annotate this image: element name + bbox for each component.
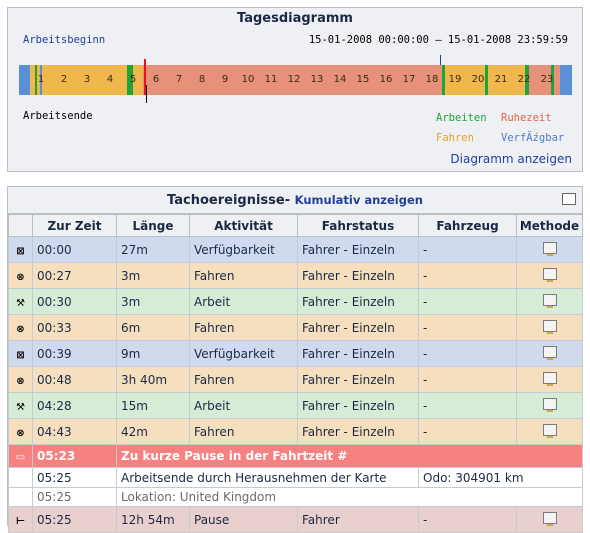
location-row: 05:25 Lokation: United Kingdom bbox=[8, 487, 583, 507]
day-diagram-panel: Tagesdiagramm Arbeitsbeginn 15-01-2008 0… bbox=[7, 7, 583, 172]
legend-ruhezeit: Ruhezeit bbox=[501, 112, 552, 124]
method-icon[interactable] bbox=[516, 506, 583, 533]
legend-verfuegbar: VerfĂźgbar bbox=[501, 132, 565, 144]
table-row[interactable]: ⚒ 04:28 15m Arbeit Fahrer - Einzeln - bbox=[8, 392, 583, 419]
alert-text: Zu kurze Pause in der Fahrtzeit # bbox=[116, 444, 583, 468]
table-row[interactable]: ⊗ 00:27 3m Fahren Fahrer - Einzeln - bbox=[8, 262, 583, 289]
table-row[interactable]: ⊗ 04:43 42m Fahren Fahrer - Einzeln - bbox=[8, 418, 583, 445]
work-end-marker bbox=[146, 85, 147, 103]
method-icon[interactable] bbox=[516, 314, 583, 341]
pause-icon: ⊢ bbox=[8, 506, 33, 533]
work-icon: ⚒ bbox=[8, 392, 33, 419]
table-header-row: Zur Zeit Länge Aktivität Fahrstatus Fahr… bbox=[8, 214, 583, 237]
table-row[interactable]: ⊗ 00:48 3h 40m Fahren Fahrer - Einzeln - bbox=[8, 366, 583, 393]
col-icon bbox=[8, 214, 33, 237]
col-method[interactable]: Methode bbox=[516, 214, 583, 237]
work-start-label: Arbeitsbeginn bbox=[23, 34, 106, 46]
table-row[interactable]: ⊢ 05:25 12h 54m Pause Fahrer - bbox=[8, 506, 583, 533]
location-time: 05:25 bbox=[32, 487, 117, 507]
seg-rest bbox=[143, 65, 442, 95]
method-icon[interactable] bbox=[516, 418, 583, 445]
seg-drive bbox=[133, 65, 143, 95]
driving-icon: ⊗ bbox=[8, 366, 33, 393]
driving-icon: ⊗ bbox=[8, 314, 33, 341]
col-vehicle[interactable]: Fahrzeug bbox=[418, 214, 517, 237]
seg-drive bbox=[488, 65, 525, 95]
show-diagram-link[interactable]: Diagramm anzeigen bbox=[450, 152, 572, 166]
cumulative-link[interactable]: Kumulativ anzeigen bbox=[295, 193, 423, 207]
col-time[interactable]: Zur Zeit bbox=[32, 214, 117, 237]
method-icon[interactable] bbox=[516, 340, 583, 367]
table-row[interactable]: ⚒ 00:30 3m Arbeit Fahrer - Einzeln - bbox=[8, 288, 583, 315]
table-row[interactable]: ⊗ 00:33 6m Fahren Fahrer - Einzeln - bbox=[8, 314, 583, 341]
seg-drive bbox=[445, 65, 485, 95]
tacho-events-panel: Tachoereignisse- Kumulativ anzeigen Zur … bbox=[7, 186, 583, 533]
location-text: Lokation: United Kingdom bbox=[116, 487, 583, 507]
alert-time: 05:23 bbox=[32, 444, 117, 468]
seg-avail bbox=[19, 65, 30, 95]
card-event-time: 05:25 bbox=[32, 467, 117, 488]
card-event-row: 05:25 Arbeitsende durch Herausnehmen der… bbox=[8, 467, 583, 488]
method-icon[interactable] bbox=[516, 236, 583, 263]
alert-row[interactable]: ▭ 05:23 Zu kurze Pause in der Fahrtzeit … bbox=[8, 444, 583, 468]
driving-icon: ⊗ bbox=[8, 418, 33, 445]
card-event-text: Arbeitsende durch Herausnehmen der Karte bbox=[116, 467, 419, 488]
comment-icon[interactable] bbox=[562, 193, 576, 205]
work-start-marker bbox=[440, 55, 441, 65]
seg-drive bbox=[42, 65, 127, 95]
table-row[interactable]: ⊠ 00:39 9m Verfügbarkeit Fahrer - Einzeln - bbox=[8, 340, 583, 367]
col-activity[interactable]: Aktivität bbox=[189, 214, 298, 237]
card-event-odo: Odo: 304901 km bbox=[418, 467, 583, 488]
driving-icon: ⊗ bbox=[8, 262, 33, 289]
method-icon[interactable] bbox=[516, 366, 583, 393]
seg-avail bbox=[560, 65, 572, 95]
events-title-bar: Tachoereignisse- Kumulativ anzeigen bbox=[8, 187, 582, 214]
legend-arbeiten: Arbeiten bbox=[436, 112, 487, 124]
work-icon: ⚒ bbox=[8, 288, 33, 315]
timeline-bar[interactable] bbox=[19, 55, 572, 103]
col-length[interactable]: Länge bbox=[116, 214, 190, 237]
table-row[interactable]: ⊠ 00:00 27m Verfügbarkeit Fahrer - Einzeln - bbox=[8, 236, 583, 263]
work-end-label: Arbeitsende bbox=[23, 110, 93, 122]
seg-rest bbox=[529, 65, 551, 95]
method-icon[interactable] bbox=[516, 262, 583, 289]
availability-icon: ⊠ bbox=[8, 236, 33, 263]
diagram-title: Tagesdiagramm bbox=[237, 11, 353, 26]
events-table: Zur Zeit Länge Aktivität Fahrstatus Fahr… bbox=[8, 214, 583, 533]
method-icon[interactable] bbox=[516, 392, 583, 419]
events-title: Tachoereignisse- bbox=[167, 193, 291, 208]
col-status[interactable]: Fahrstatus bbox=[297, 214, 419, 237]
availability-icon: ⊠ bbox=[8, 340, 33, 367]
comment-icon: ▭ bbox=[8, 444, 33, 468]
diagram-date-range: 15-01-2008 00:00:00 – 15-01-2008 23:59:5… bbox=[308, 34, 568, 46]
method-icon[interactable] bbox=[516, 288, 583, 315]
legend-fahren: Fahren bbox=[436, 132, 474, 144]
